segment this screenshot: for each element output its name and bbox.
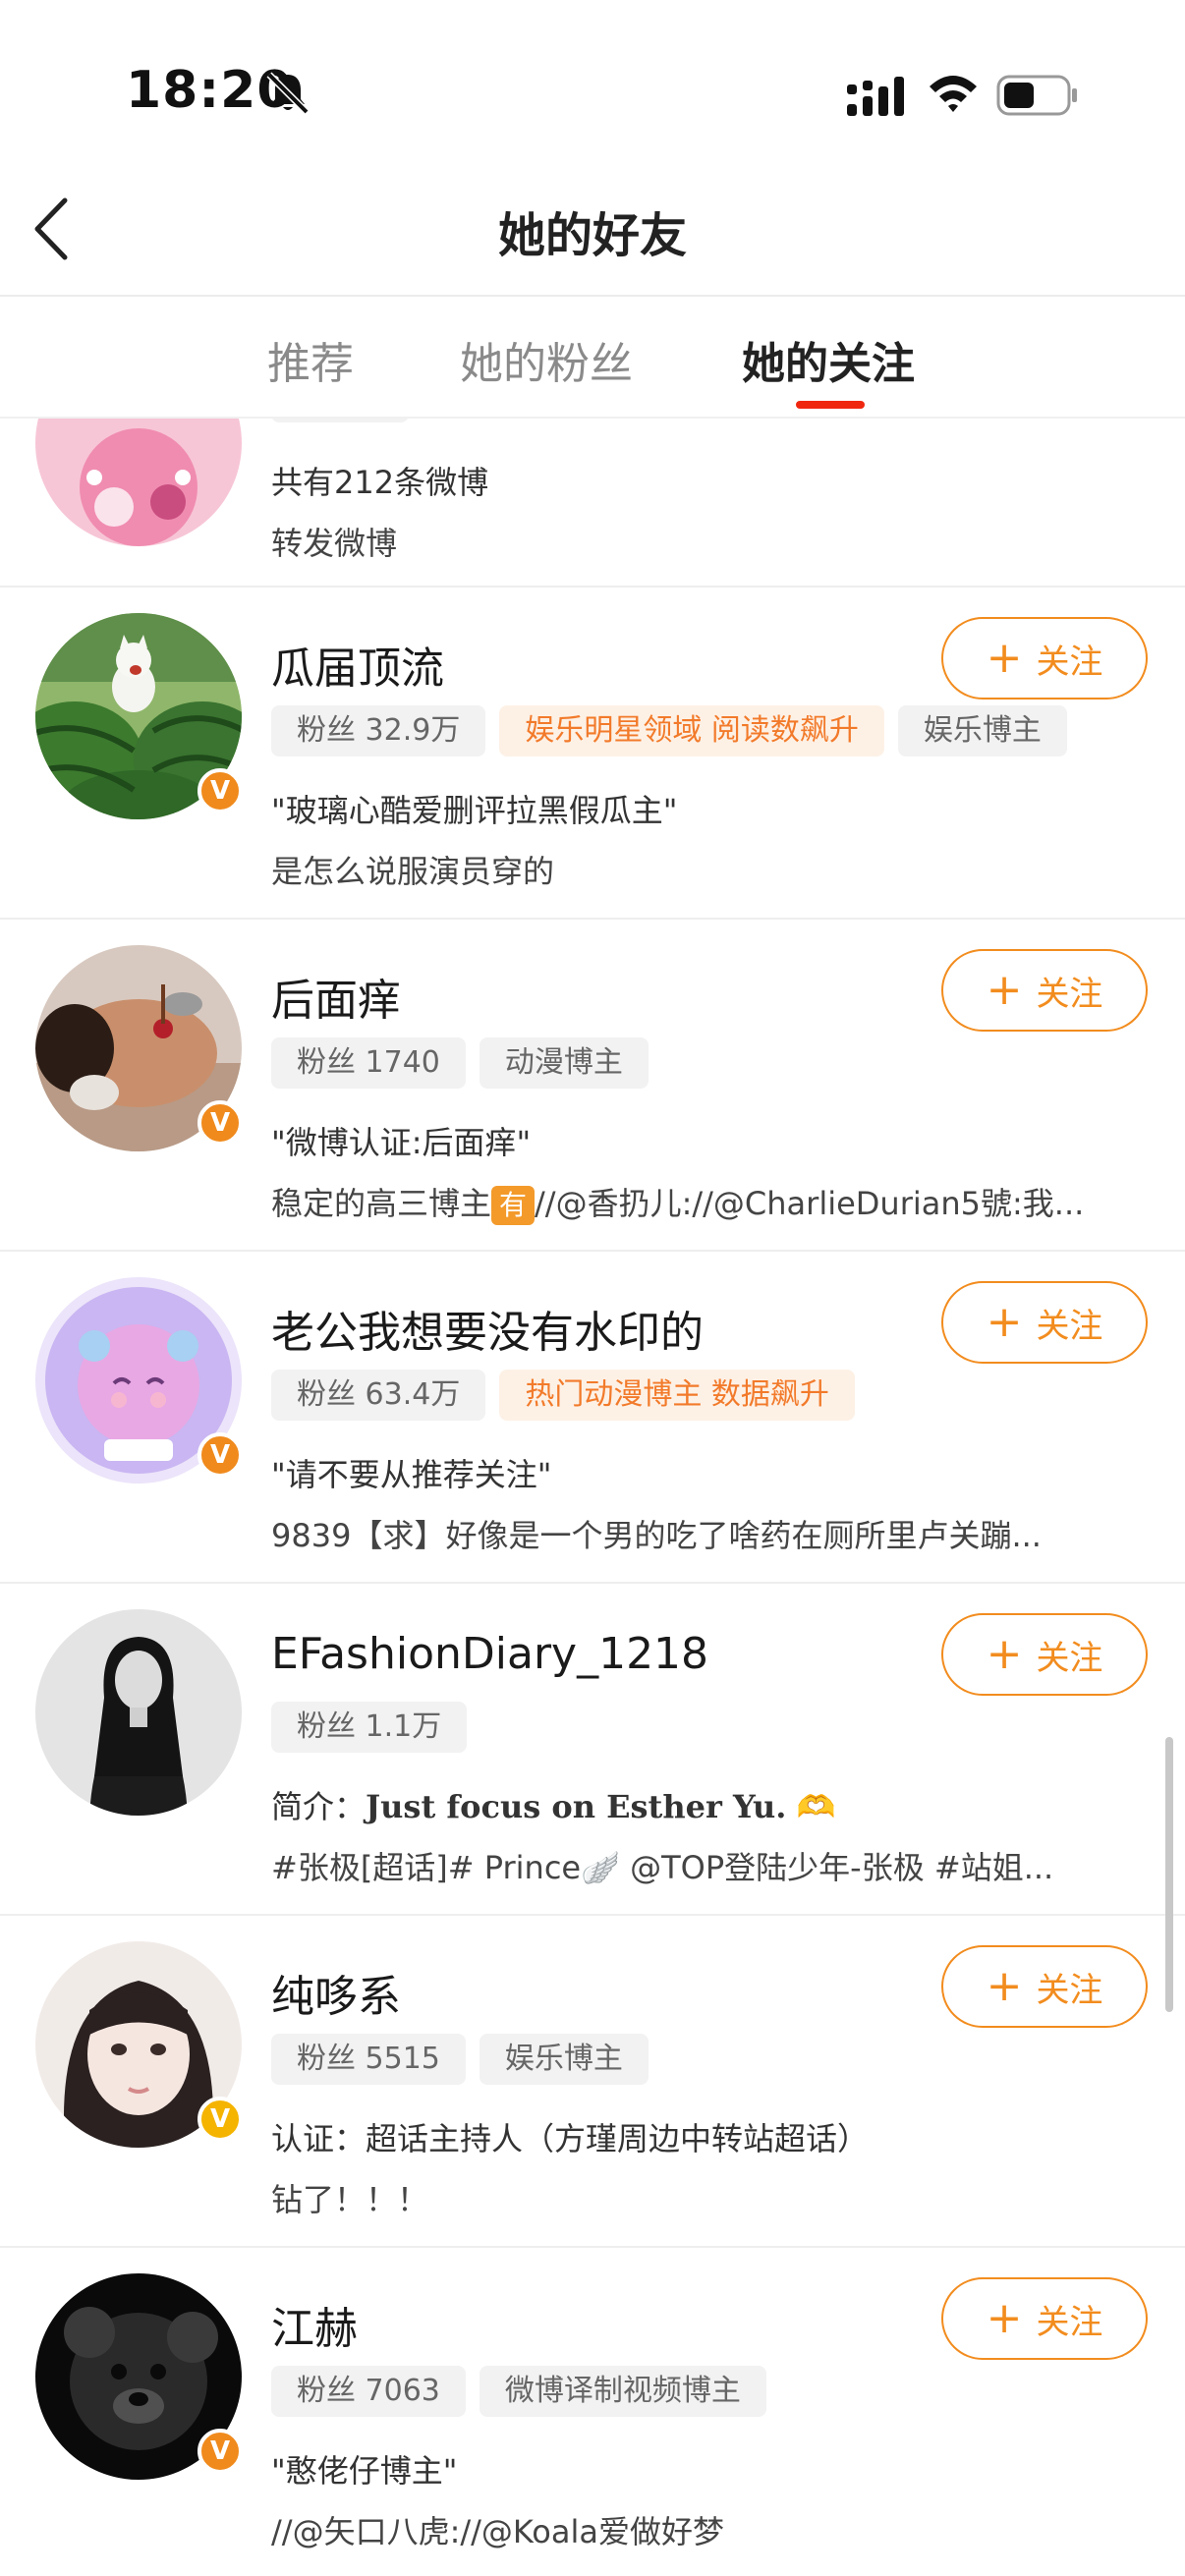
latest-post-preview: 是怎么说服演员穿的 <box>271 853 555 890</box>
category-tag: 动漫博主 <box>479 1037 649 1089</box>
scrollbar[interactable] <box>1165 1737 1173 2012</box>
follow-button-label: 关注 <box>1036 974 1103 1014</box>
user-description: "微博认证:后面痒" <box>271 1124 532 1161</box>
user-name[interactable]: 后面痒 <box>271 965 401 1028</box>
follow-button-label: 关注 <box>1036 642 1103 682</box>
category-tag: 微博译制视频博主 <box>479 2366 766 2417</box>
bio-prefix: 简介： <box>271 1788 367 1825</box>
battery-icon <box>996 75 1077 116</box>
divider <box>0 295 1185 297</box>
hot-tag[interactable]: 热门动漫博主 数据飙升 <box>499 1370 855 1421</box>
latest-post-preview: #张极[超话]# Prince🪽 @TOP登陆少年-张极 #站姐... <box>271 1849 1054 1886</box>
verified-badge: V <box>198 2097 243 2142</box>
follow-button[interactable]: + 关注 <box>941 2277 1148 2360</box>
status-bar: 18:20 <box>0 0 1185 167</box>
tag-row: 粉丝 63.4万 热门动漫博主 数据飙升 <box>271 1370 855 1421</box>
plus-icon: + <box>986 1629 1023 1679</box>
category-tag: 娱乐博主 <box>479 2034 649 2085</box>
user-name[interactable]: EFashionDiary_1218 <box>271 1629 708 1679</box>
active-tab-indicator <box>796 401 865 409</box>
plus-icon: + <box>986 1961 1023 2011</box>
latest-post-preview: 9839【求】好像是一个男的吃了啥药在厕所里卢关蹦... <box>271 1517 1042 1554</box>
follow-button-label: 关注 <box>1036 1638 1103 1678</box>
user-name[interactable]: 瓜届顶流 <box>271 633 444 696</box>
follow-button[interactable]: + 关注 <box>941 1281 1148 1364</box>
tab-her-fans[interactable]: 她的粉丝 <box>460 328 633 391</box>
tag-row: 粉丝 5515 娱乐博主 <box>271 2034 649 2085</box>
user-name[interactable]: 纯哆系 <box>271 1961 401 2024</box>
verified-badge: V <box>198 2429 243 2474</box>
followers-count-tag: 粉丝 7063 <box>271 2366 466 2417</box>
tab-recommend[interactable]: 推荐 <box>267 328 354 391</box>
avatar[interactable] <box>35 419 242 546</box>
verified-badge: V <box>198 1100 243 1146</box>
follow-button-label: 关注 <box>1036 2302 1103 2342</box>
tag-row: 粉丝 1.1万 <box>271 1702 468 1753</box>
bell-off-icon <box>266 72 310 115</box>
followers-count-tag: 粉丝 5515 <box>271 2034 466 2085</box>
follow-button-label: 关注 <box>1036 1970 1103 2010</box>
followers-count-tag: 粉丝 1.1万 <box>271 1702 468 1753</box>
follow-button[interactable]: + 关注 <box>941 949 1148 1032</box>
followers-count-tag: 粉丝 1740 <box>271 1037 466 1089</box>
list-item[interactable]: EFashionDiary_1218 + 关注 粉丝 1.1万 简介：Just f… <box>0 1584 1185 1916</box>
latest-post-preview: //@矢口八虎://@Koala爱做好梦 <box>271 2513 724 2550</box>
latest-post-preview: 转发微博 <box>271 525 398 562</box>
user-description: "憨佬仔博主" <box>271 2452 458 2490</box>
list-item[interactable]: V 瓜届顶流 + 关注 粉丝 32.9万 娱乐明星领域 阅读数飙升 娱乐博主 "玻… <box>0 588 1185 920</box>
post-text: //@香扔儿://@CharlieDurian5號:我... <box>535 1185 1085 1222</box>
plus-icon: + <box>986 633 1023 683</box>
bio-text: Just focus on Esther Yu. <box>366 1788 787 1825</box>
plus-icon: + <box>986 2293 1023 2343</box>
user-description: 简介：Just focus on Esther Yu. 🫶 <box>271 1782 835 1827</box>
list-item[interactable]: V 江赫 + 关注 粉丝 7063 微博译制视频博主 "憨佬仔博主" //@矢口八… <box>0 2248 1185 2576</box>
tag <box>271 419 409 422</box>
tab-her-following[interactable]: 她的关注 <box>742 328 915 391</box>
follow-button[interactable]: + 关注 <box>941 617 1148 700</box>
verified-badge: V <box>198 1432 243 1478</box>
wifi-icon <box>930 76 977 112</box>
latest-post-preview: 稳定的高三博主有//@香扔儿://@CharlieDurian5號:我... <box>271 1179 1146 1225</box>
list-item[interactable]: V 纯哆系 + 关注 粉丝 5515 娱乐博主 认证：超话主持人（方瑾周边中转站超… <box>0 1916 1185 2248</box>
plus-icon: + <box>986 1297 1023 1347</box>
follow-button-label: 关注 <box>1036 1306 1103 1346</box>
user-name[interactable]: 江赫 <box>271 2293 358 2356</box>
list-item-partial[interactable]: 共有212条微博 转发微博 <box>0 419 1185 588</box>
following-list: 共有212条微博 转发微博 V 瓜届顶流 + 关注 粉丝 32.9万 娱乐明星领… <box>0 419 1185 2576</box>
tag-row: 粉丝 32.9万 娱乐明星领域 阅读数飙升 娱乐博主 <box>271 705 1067 756</box>
follow-button[interactable]: + 关注 <box>941 1613 1148 1696</box>
hot-tag[interactable]: 娱乐明星领域 阅读数飙升 <box>499 705 884 756</box>
user-description: 共有212条微博 <box>271 464 489 501</box>
tag-row: 粉丝 1740 动漫博主 <box>271 1037 649 1089</box>
user-description: "玻璃心酷爱删评拉黑假瓜主" <box>271 792 678 829</box>
list-item[interactable]: V 老公我想要没有水印的 + 关注 粉丝 63.4万 热门动漫博主 数据飙升 "请… <box>0 1252 1185 1584</box>
user-description: "请不要从推荐关注" <box>271 1456 552 1493</box>
signal-icon <box>847 77 904 116</box>
heart-hands-icon: 🫶 <box>796 1788 836 1825</box>
tag-row: 粉丝 7063 微博译制视频博主 <box>271 2366 766 2417</box>
page-title: 她的好友 <box>497 208 687 263</box>
avatar[interactable] <box>35 1609 242 1816</box>
user-description: 认证：超话主持人（方瑾周边中转站超话） <box>271 2120 870 2157</box>
followers-count-tag: 粉丝 32.9万 <box>271 705 486 756</box>
followers-count-tag: 粉丝 63.4万 <box>271 1370 486 1421</box>
post-text: 稳定的高三博主 <box>271 1185 492 1222</box>
list-item[interactable]: V 后面痒 + 关注 粉丝 1740 动漫博主 "微博认证:后面痒" 稳定的高三博… <box>0 920 1185 1252</box>
verified-badge: V <box>198 768 243 813</box>
latest-post-preview: 钻了！！！ <box>271 2181 429 2218</box>
category-tag: 娱乐博主 <box>897 705 1067 756</box>
you-emoji-icon: 有 <box>491 1186 536 1225</box>
plus-icon: + <box>986 965 1023 1015</box>
user-name[interactable]: 老公我想要没有水印的 <box>271 1297 704 1360</box>
follow-button[interactable]: + 关注 <box>941 1945 1148 2028</box>
